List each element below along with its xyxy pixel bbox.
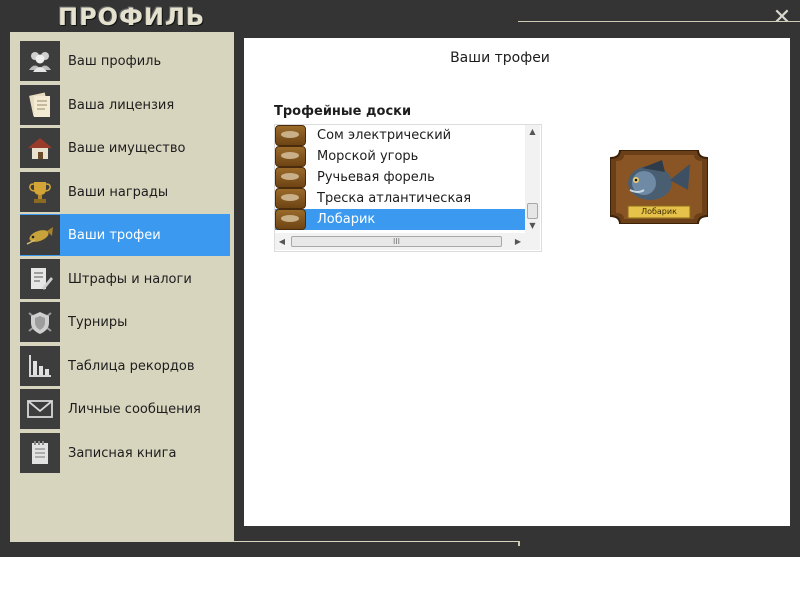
sidebar-item-label: Ваше имущество [68,140,186,156]
sidebar-item-label: Ваш профиль [68,53,162,69]
sidebar-item-records[interactable]: Таблица рекордов [20,345,230,387]
tournament-shield-icon [20,302,60,342]
list-item[interactable]: Ручьевая форель [275,167,525,188]
envelope-icon [20,389,60,429]
trophy-plaque-preview: Лобарик [609,149,709,225]
trophy-list-rows: Сом электрический Морской угорь Ручьевая… [275,125,525,233]
sidebar-item-awards[interactable]: Ваши награды [20,171,230,213]
list-item-selected[interactable]: Лобарик [275,209,525,230]
list-item-label: Морской угорь [317,149,419,164]
trophy-board-thumbnail [275,146,306,167]
bar-chart-icon [20,346,60,386]
house-icon [20,128,60,168]
list-item[interactable]: Сом электрический [275,125,525,146]
list-item-label: Треска атлантическая [317,191,472,206]
horizontal-scroll-thumb[interactable]: III [291,236,502,247]
users-icon [20,41,60,81]
sidebar-item-license[interactable]: Ваша лицензия [20,84,230,126]
sidebar-item-label: Штрафы и налоги [68,271,192,287]
sidebar-item-fines[interactable]: Штрафы и налоги [20,258,230,300]
notebook-icon [20,433,60,473]
sidebar-item-notebook[interactable]: Записная книга [20,432,230,474]
sidebar-item-label: Ваши награды [68,184,169,200]
sidebar-item-label: Турниры [68,314,128,330]
license-document-icon [20,85,60,125]
sidebar-item-trophies[interactable]: Ваши трофеи [20,214,230,256]
trophy-cup-icon [20,172,60,212]
scroll-right-icon[interactable]: ▶ [511,233,525,250]
sidebar-item-label: Ваша лицензия [68,97,175,113]
list-item[interactable]: Треска атлантическая [275,188,525,209]
horizontal-scrollbar[interactable]: ◀ III ▶ [275,233,525,250]
trophy-board-thumbnail [275,209,306,230]
sidebar-item-label: Записная книга [68,445,177,461]
list-item-label: Ручьевая форель [317,170,435,185]
trophy-board-thumbnail [275,125,306,146]
trophy-boards-heading: Трофейные доски [274,104,412,119]
sidebar-item-label: Таблица рекордов [68,358,195,374]
fines-document-icon [20,259,60,299]
page-title: Ваши трофеи [450,50,550,66]
sidebar-item-label: Ваши трофеи [68,227,161,243]
sidebar-item-property[interactable]: Ваше имущество [20,127,230,169]
trophy-board-thumbnail [275,167,306,188]
trophy-name-plate: Лобарик [641,207,677,216]
sidebar-item-profile[interactable]: Ваш профиль [20,40,230,82]
trophy-list[interactable]: Сом электрический Морской угорь Ручьевая… [274,124,542,252]
vertical-scrollbar[interactable]: ▲ ▼ [525,125,540,233]
scroll-up-icon[interactable]: ▲ [525,125,540,139]
sidebar-item-tournaments[interactable]: Турниры [20,301,230,343]
profile-window: ПРОФИЛЬ ✕ Ваш профиль Ваша лицензия Ваше… [0,0,800,557]
trophies-panel: Ваши трофеи Трофейные доски Сом электрич… [244,38,790,526]
list-item-label: Лобарик [317,212,376,227]
list-item-label: Сом электрический [317,128,452,143]
scroll-down-icon[interactable]: ▼ [525,219,540,233]
trophy-board-thumbnail [275,188,306,209]
sidebar-item-label: Личные сообщения [68,401,201,417]
window-title: ПРОФИЛЬ [58,3,206,31]
list-item[interactable]: Морской угорь [275,146,525,167]
sidebar-item-messages[interactable]: Личные сообщения [20,388,230,430]
fish-trophy-icon [20,215,60,255]
scroll-left-icon[interactable]: ◀ [275,233,289,250]
vertical-scroll-thumb[interactable] [527,203,538,219]
scrollbar-corner [525,233,540,250]
